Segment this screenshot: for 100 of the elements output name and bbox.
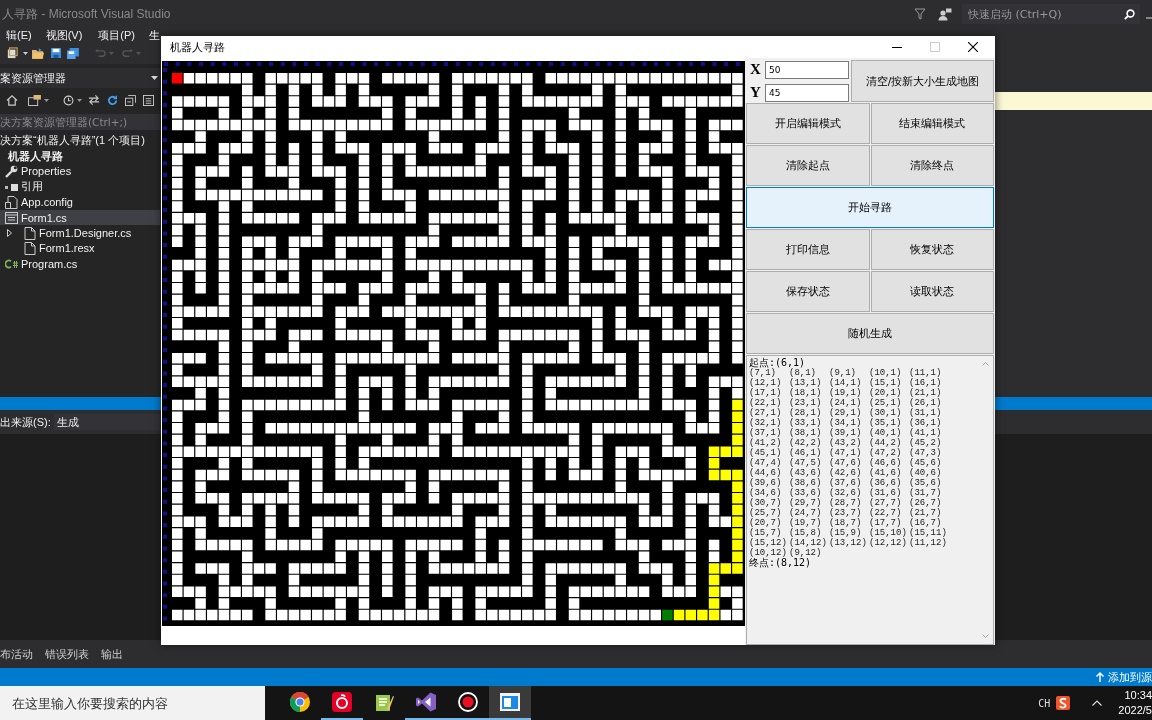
caret-icon[interactable]: [44, 98, 49, 102]
filter-icon[interactable]: [914, 8, 926, 20]
y-input[interactable]: 45: [765, 83, 849, 102]
coordinate-text: (31,7): [909, 488, 943, 498]
collapse-all-icon[interactable]: [125, 94, 136, 106]
coordinate-text: (7,1): [749, 368, 776, 378]
action-button[interactable]: 恢复状态: [870, 229, 994, 270]
menu-item[interactable]: 项目(P): [98, 28, 135, 42]
coordinate-text: (31,6): [869, 488, 903, 498]
end-point-text: 终点:(8,12): [749, 558, 812, 568]
search-icon[interactable]: [1124, 8, 1135, 20]
status-action[interactable]: 添加到源: [1108, 669, 1152, 685]
coordinate-text: (42,2): [789, 438, 823, 448]
action-button[interactable]: 保存状态: [746, 271, 870, 312]
references-icon: [5, 182, 18, 191]
generate-map-button[interactable]: 清空/按新大小生成地图: [851, 60, 994, 102]
coordinate-text: (34,6): [749, 488, 783, 498]
source-dropdown[interactable]: 生成: [53, 414, 160, 430]
coordinate-text: (46,1): [789, 448, 823, 458]
language-indicator[interactable]: CH: [1038, 697, 1051, 709]
document-icon: [24, 226, 36, 240]
sync-icon[interactable]: [88, 95, 100, 105]
coordinate-text: (18,1): [789, 388, 823, 398]
quick-launch-field[interactable]: 快速启动 (Ctrl+Q): [962, 4, 1140, 24]
arrow-up-icon[interactable]: [1096, 672, 1104, 682]
dropdown-caret-icon[interactable]: [151, 76, 158, 80]
coordinate-text: (15,7): [749, 528, 783, 538]
coordinate-text: (28,1): [789, 408, 823, 418]
coordinate-text: (9,12): [789, 548, 823, 558]
clock-icon[interactable]: [63, 94, 74, 106]
form-icon: [5, 211, 18, 224]
coordinate-text: (24,7): [789, 508, 823, 518]
clock-time[interactable]: 10:34: [1124, 688, 1152, 703]
panel-tab[interactable]: 布活动: [0, 646, 33, 662]
action-button[interactable]: 开启编辑模式: [746, 103, 870, 144]
menu-item[interactable]: 视图(V): [45, 28, 83, 42]
tree-item[interactable]: Form1.resx: [0, 240, 160, 257]
tree-item[interactable]: Properties: [0, 163, 160, 180]
properties-icon[interactable]: [143, 94, 154, 106]
coordinate-text: (45,1): [749, 448, 783, 458]
browser-icon: [290, 692, 310, 712]
tree-item[interactable]: App.config: [0, 194, 160, 210]
ribbon-logo-icon: [416, 692, 436, 712]
coordinate-text: (39,1): [829, 428, 863, 438]
coordinate-text: (37,6): [829, 478, 863, 488]
coordinate-text: (12,12): [869, 538, 908, 548]
tree-item[interactable]: Program.cs: [0, 256, 160, 272]
coordinate-text: (30,7): [749, 498, 783, 508]
tree-item[interactable]: 机器人寻路: [0, 148, 160, 164]
maze-grid[interactable]: [161, 58, 745, 645]
chevron-up-icon[interactable]: [1092, 700, 1103, 706]
coordinate-text: (20,7): [749, 518, 783, 528]
action-button[interactable]: 结束编辑模式: [870, 103, 994, 144]
panel-tab[interactable]: 错误列表: [45, 646, 89, 662]
coordinate-text: (45,6): [909, 458, 943, 468]
tree-item[interactable]: 引用: [0, 179, 160, 195]
panel-tab[interactable]: 输出: [101, 646, 123, 662]
coordinate-text: (41,6): [869, 468, 903, 478]
coordinate-text: (33,6): [789, 488, 823, 498]
project-icon[interactable]: [7, 47, 18, 59]
save-all-icon[interactable]: [67, 47, 79, 59]
tree-item[interactable]: Form1.Designer.cs: [0, 225, 160, 241]
coordinate-text: (33,1): [789, 418, 823, 428]
coordinate-text: (38,1): [789, 428, 823, 438]
action-button[interactable]: 读取状态: [870, 271, 994, 312]
clock-date[interactable]: 2022/5: [1118, 703, 1152, 718]
action-button[interactable]: 清除终点: [870, 145, 994, 186]
person-icon[interactable]: [938, 7, 952, 21]
caret-icon[interactable]: [23, 51, 28, 55]
search-field[interactable]: 决方案资源管理器(Ctrl+;): [0, 114, 160, 130]
tree-item[interactable]: Form1.cs: [0, 209, 160, 226]
taskbar-app-button[interactable]: [489, 686, 531, 720]
switch-views-icon[interactable]: [28, 94, 41, 106]
coordinate-text: (42,6): [829, 468, 863, 478]
action-button[interactable]: 随机生成: [746, 313, 994, 354]
save-icon[interactable]: [51, 48, 61, 58]
coordinate-text: (41,2): [749, 438, 783, 448]
refresh-icon[interactable]: [107, 94, 118, 106]
home-icon[interactable]: [6, 94, 18, 106]
coordinate-text: (15,9): [829, 528, 863, 538]
caret-icon[interactable]: [77, 98, 82, 102]
folder-icon[interactable]: [32, 47, 44, 59]
config-file-icon: [5, 195, 18, 209]
quick-launch-input[interactable]: 快速启动 (Ctrl+Q): [968, 6, 1124, 22]
action-button[interactable]: 清除起点: [746, 145, 870, 186]
s-badge-icon[interactable]: [1056, 696, 1071, 710]
coordinate-text: (27,7): [869, 498, 903, 508]
coordinate-text: (10,12): [749, 548, 788, 558]
tree-item[interactable]: 决方案“机器人寻路”(1 个项目): [0, 133, 160, 149]
x-input[interactable]: 50: [765, 60, 849, 79]
source-label: 出来源(S):: [0, 414, 51, 430]
coordinate-text: (21,7): [909, 508, 943, 518]
action-button[interactable]: 开始寻路: [746, 187, 994, 228]
menu-item[interactable]: 生: [149, 28, 160, 42]
coordinate-text: (12,1): [749, 378, 783, 388]
coordinate-text: (40,1): [869, 428, 903, 438]
action-button[interactable]: 打印信息: [746, 229, 870, 270]
menu-item[interactable]: 辑(E): [6, 28, 32, 42]
taskbar-search-field[interactable]: 在这里输入你要搜索的内容: [0, 686, 265, 720]
expand-arrow-icon[interactable]: [7, 229, 12, 238]
